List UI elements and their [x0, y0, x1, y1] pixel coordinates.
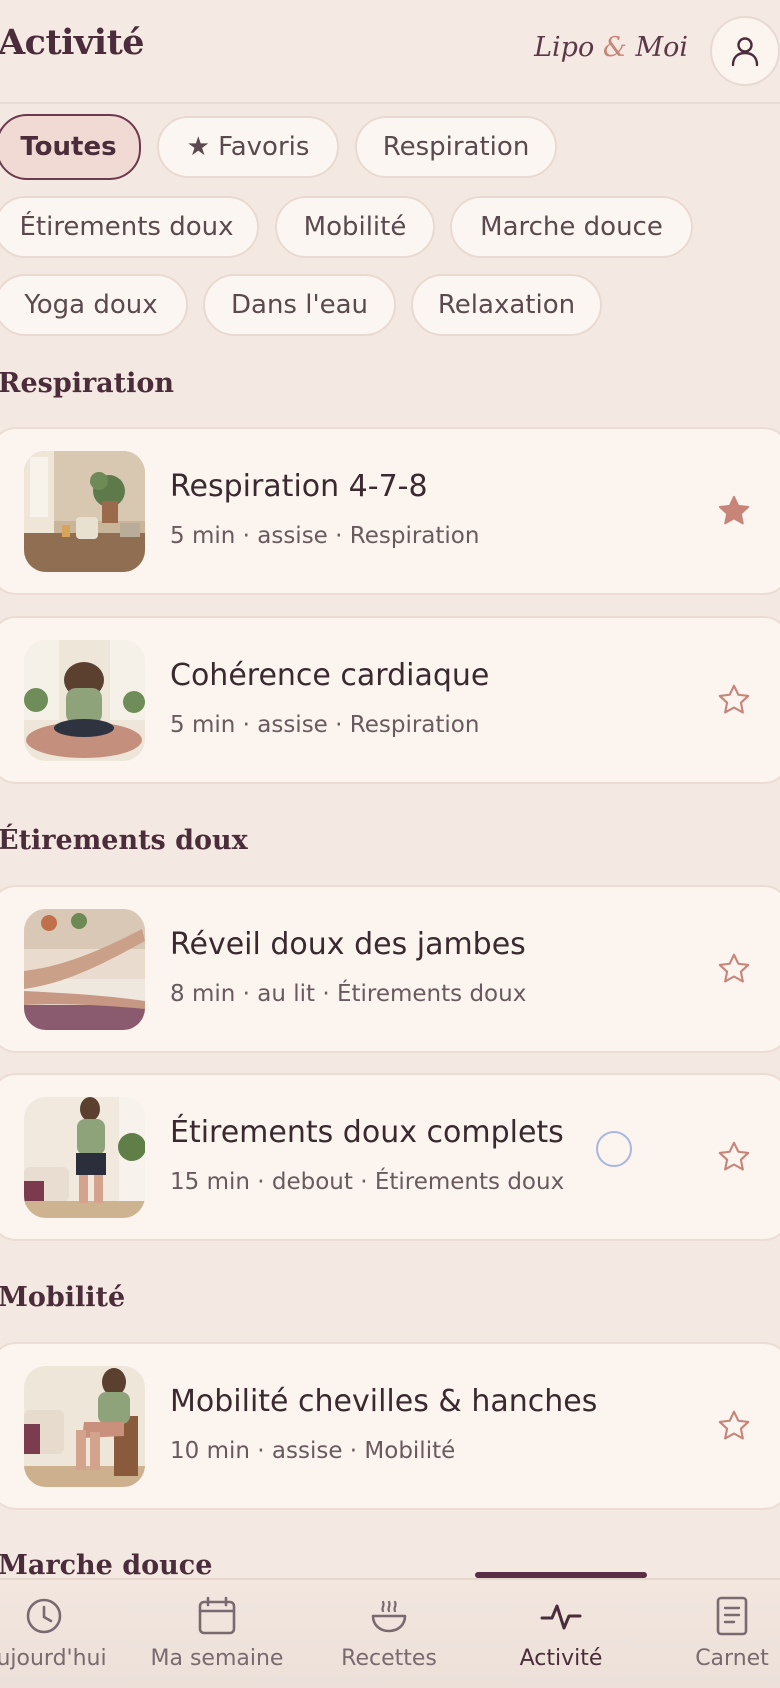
filter-chip-etirements[interactable]: Étirements doux — [0, 196, 259, 258]
activity-meta: 10 min · assise · Mobilité — [170, 1438, 456, 1464]
nav-item-today[interactable]: Aujourd'hui — [0, 1580, 124, 1688]
activity-card[interactable]: Cohérence cardiaque 5 min · assise · Res… — [0, 616, 780, 784]
activity-title: Étirements doux complets — [170, 1115, 564, 1150]
filter-chip-mobilite[interactable]: Mobilité — [275, 196, 435, 258]
activity-card[interactable]: Respiration 4-7-8 5 min · assise · Respi… — [0, 427, 780, 595]
nav-label: Activité — [519, 1646, 603, 1671]
touch-indicator — [596, 1131, 632, 1167]
section-title-marche: Marche douce — [0, 1550, 213, 1581]
calendar-icon — [198, 1596, 236, 1635]
active-tab-indicator — [475, 1572, 647, 1578]
clock-icon — [26, 1598, 62, 1634]
filter-chip-respiration[interactable]: Respiration — [355, 116, 557, 178]
activity-thumbnail — [24, 1366, 145, 1487]
filter-chip-favoris[interactable]: ★ Favoris — [157, 116, 339, 178]
nav-label: Aujourd'hui — [0, 1646, 107, 1671]
activity-meta: 5 min · assise · Respiration — [170, 523, 480, 549]
activity-meta: 5 min · assise · Respiration — [170, 712, 480, 738]
favorite-star-icon[interactable] — [712, 1135, 756, 1179]
favorite-star-icon[interactable] — [712, 489, 756, 533]
activity-thumbnail — [24, 1097, 145, 1218]
brand-amp: & — [602, 32, 627, 63]
filter-chip-marche[interactable]: Marche douce — [450, 196, 693, 258]
activity-title: Mobilité chevilles & hanches — [170, 1384, 598, 1419]
filter-chip-relaxation[interactable]: Relaxation — [411, 274, 602, 336]
favorite-star-icon[interactable] — [712, 1404, 756, 1448]
nav-label: Recettes — [341, 1646, 437, 1671]
user-icon — [731, 37, 759, 67]
nav-item-recipes[interactable]: Recettes — [309, 1580, 469, 1688]
section-title-mobilite: Mobilité — [0, 1282, 126, 1313]
bowl-icon — [371, 1600, 407, 1633]
nav-item-week[interactable]: Ma semaine — [137, 1580, 297, 1688]
filter-chip-eau[interactable]: Dans l'eau — [203, 274, 396, 336]
page-title: Activité — [0, 22, 145, 63]
brand-part1: Lipo — [534, 32, 595, 63]
activity-title: Cohérence cardiaque — [170, 658, 490, 693]
nav-item-activity[interactable]: Activité — [481, 1580, 641, 1688]
activity-title: Respiration 4-7-8 — [170, 469, 428, 504]
brand-part2: Moi — [635, 32, 688, 63]
section-title-etirements: Étirements doux — [0, 825, 248, 856]
activity-card[interactable]: Réveil doux des jambes 8 min · au lit · … — [0, 885, 780, 1053]
nav-label: Ma semaine — [150, 1646, 284, 1671]
filter-chip-toutes[interactable]: Toutes — [0, 114, 141, 180]
activity-meta: 8 min · au lit · Étirements doux — [170, 981, 527, 1007]
section-title-respiration: Respiration — [0, 368, 175, 399]
bottom-navigation: Aujourd'hui Ma semaine Recettes Activité — [0, 1572, 780, 1688]
favorite-star-icon[interactable] — [712, 947, 756, 991]
brand-logo: Lipo & Moi — [534, 32, 688, 63]
profile-button[interactable] — [710, 16, 780, 86]
favorite-star-icon[interactable] — [712, 678, 756, 722]
activity-thumbnail — [24, 451, 145, 572]
filter-chip-yoga[interactable]: Yoga doux — [0, 274, 188, 336]
activity-meta: 15 min · debout · Étirements doux — [170, 1169, 565, 1195]
activity-icon — [540, 1604, 582, 1630]
notebook-icon — [716, 1596, 748, 1636]
app-screen: Activité Lipo & Moi Toutes ★ Favoris Res… — [0, 0, 780, 1688]
app-header: Activité Lipo & Moi — [0, 0, 780, 104]
activity-card[interactable]: Mobilité chevilles & hanches 10 min · as… — [0, 1342, 780, 1510]
nav-label: Carnet — [695, 1646, 769, 1671]
activity-thumbnail — [24, 640, 145, 761]
activity-title: Réveil doux des jambes — [170, 927, 526, 962]
activity-card[interactable]: Étirements doux complets 15 min · debout… — [0, 1073, 780, 1241]
nav-item-notebook[interactable]: Carnet — [652, 1580, 780, 1688]
activity-thumbnail — [24, 909, 145, 1030]
